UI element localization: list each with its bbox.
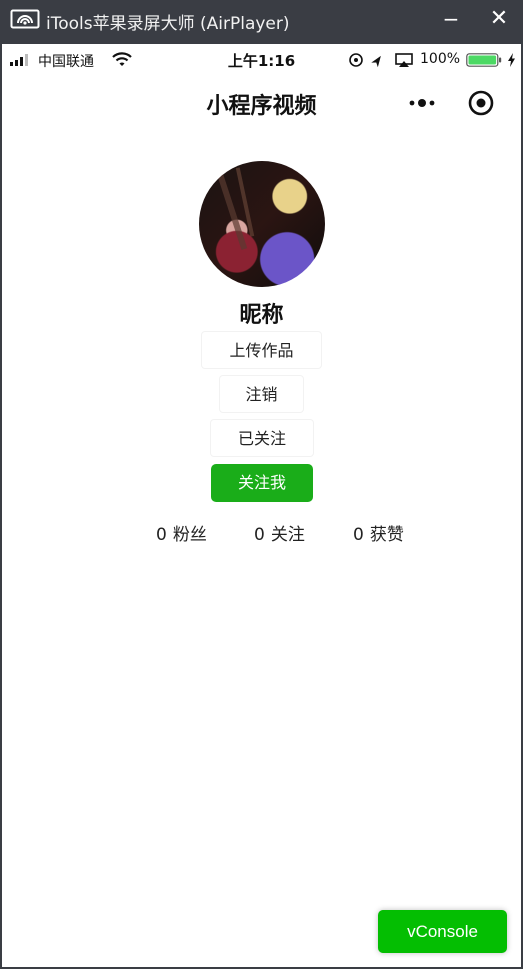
logout-button[interactable]: 注销 (219, 375, 304, 413)
charging-bolt-icon (508, 53, 515, 67)
system-status-icons (349, 53, 413, 68)
capsule-close-icon[interactable] (467, 89, 495, 117)
stat-fans: 0 粉丝 (156, 520, 207, 545)
more-dots-icon[interactable] (406, 90, 438, 116)
close-window-button[interactable]: ✕ (484, 4, 514, 34)
status-bar: 中国联通 上午1:16 100% (2, 44, 521, 76)
minimize-button[interactable]: − (436, 4, 466, 34)
follow-me-button[interactable]: 关注我 (211, 464, 313, 502)
screen-cast-icon (10, 9, 40, 29)
nickname: 昵称 (239, 303, 284, 328)
vconsole-button[interactable]: vConsole (378, 910, 507, 953)
window-titlebar: iTools苹果录屏大师 (AirPlayer) − ✕ (0, 0, 523, 42)
page-title: 小程序视频 (206, 94, 317, 119)
following-count: 0 (254, 525, 265, 545)
stat-likes: 0 获赞 (353, 520, 404, 545)
upload-works-button[interactable]: 上传作品 (201, 331, 322, 369)
profile-stats: 0 粉丝 0 关注 0 获赞 (2, 520, 521, 550)
battery-icon (466, 53, 502, 67)
battery-percent: 100% (420, 51, 461, 67)
phone-screen: 中国联通 上午1:16 100% 小程序视频 昵称 上传作品 注销 已关注 关注… (2, 44, 521, 967)
following-label: 关注 (270, 525, 305, 545)
avatar[interactable] (199, 161, 325, 287)
stat-following: 0 关注 (254, 520, 305, 545)
followed-button[interactable]: 已关注 (210, 419, 314, 457)
fans-label: 粉丝 (172, 525, 207, 545)
mini-program-navbar: 小程序视频 (2, 76, 521, 130)
likes-count: 0 (353, 525, 364, 545)
likes-label: 获赞 (369, 525, 404, 545)
window-title: iTools苹果录屏大师 (AirPlayer) (46, 14, 290, 34)
fans-count: 0 (156, 525, 167, 545)
